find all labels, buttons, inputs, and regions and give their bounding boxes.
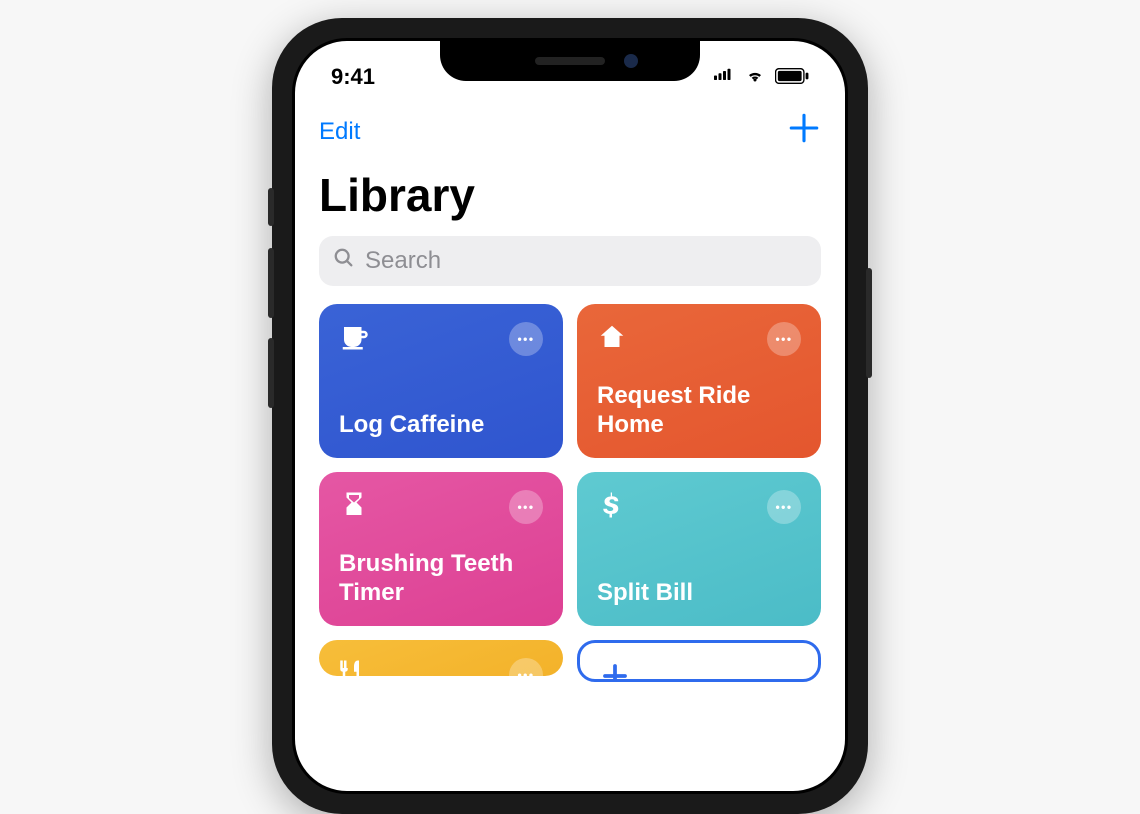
more-icon[interactable]: •••: [509, 490, 543, 524]
shortcut-card-log-caffeine[interactable]: ••• Log Caffeine: [319, 304, 563, 458]
page-title: Library: [295, 160, 845, 236]
shortcut-card[interactable]: •••: [319, 640, 563, 676]
cup-icon: [339, 322, 369, 352]
edit-button[interactable]: Edit: [319, 118, 360, 146]
dollar-icon: [597, 490, 627, 520]
battery-icon: [775, 64, 809, 90]
cellular-icon: [711, 68, 735, 86]
mute-switch: [268, 188, 274, 226]
home-icon: [597, 322, 627, 352]
search-placeholder: Search: [365, 247, 441, 275]
wifi-icon: [743, 68, 767, 86]
notch: [440, 41, 700, 81]
more-icon[interactable]: •••: [509, 322, 543, 356]
search-icon: [333, 247, 355, 276]
shortcut-label: Split Bill: [597, 579, 801, 608]
shortcuts-grid: ••• Log Caffeine ••• Request Ride Home: [295, 304, 845, 682]
volume-up-button: [268, 248, 274, 318]
more-icon[interactable]: •••: [509, 658, 543, 676]
screen: 9:41: [295, 41, 845, 791]
nav-bar: Edit: [295, 95, 845, 160]
more-icon[interactable]: •••: [767, 322, 801, 356]
create-shortcut-card[interactable]: [577, 640, 821, 682]
shortcut-card-request-ride-home[interactable]: ••• Request Ride Home: [577, 304, 821, 458]
shortcut-label: Request Ride Home: [597, 382, 801, 440]
shortcut-card-brushing-teeth-timer[interactable]: ••• Brushing Teeth Timer: [319, 472, 563, 626]
search-input[interactable]: Search: [319, 236, 821, 286]
hourglass-icon: [339, 490, 369, 520]
volume-down-button: [268, 338, 274, 408]
add-button[interactable]: [787, 111, 821, 152]
status-time: 9:41: [331, 64, 375, 90]
plus-icon: [600, 661, 630, 682]
utensils-icon: [339, 658, 369, 676]
shortcut-label: Log Caffeine: [339, 411, 543, 440]
shortcut-label: Brushing Teeth Timer: [339, 550, 543, 608]
more-icon[interactable]: •••: [767, 490, 801, 524]
power-button: [866, 268, 872, 378]
shortcut-card-split-bill[interactable]: ••• Split Bill: [577, 472, 821, 626]
device-frame: 9:41: [272, 18, 868, 814]
